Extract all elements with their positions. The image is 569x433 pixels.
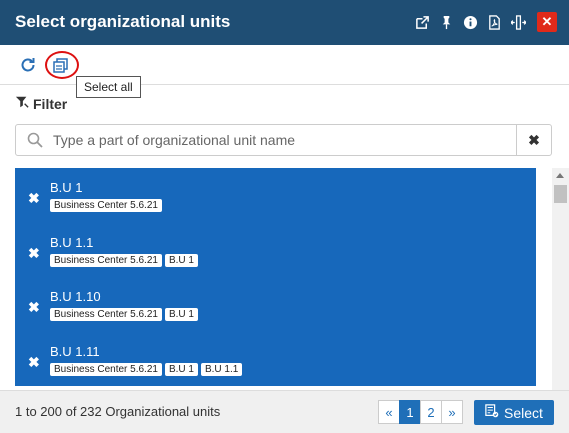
path-tag: B.U 1: [164, 308, 198, 321]
select-list-icon: [485, 404, 499, 421]
dialog-footer: 1 to 200 of 232 Organizational units « 1…: [0, 390, 569, 433]
external-link-icon[interactable]: [413, 12, 431, 32]
path-tag: B.U 1: [164, 362, 198, 376]
list-item[interactable]: ✖ B.U 1.10 Business Center 5.6.21 B.U 1: [15, 277, 536, 332]
filter-icon: [15, 95, 29, 112]
vertical-scrollbar[interactable]: [552, 168, 569, 390]
refresh-icon[interactable]: [18, 55, 38, 75]
remove-icon[interactable]: ✖: [28, 354, 40, 371]
unit-name: B.U 1: [50, 180, 83, 195]
path-tag: Business Center 5.6.21: [50, 362, 162, 376]
select-all-button[interactable]: [51, 55, 71, 75]
close-icon[interactable]: ✕: [537, 12, 557, 32]
copy-icon: [53, 58, 68, 73]
scroll-up-arrow-icon[interactable]: [556, 173, 564, 178]
dialog-title: Select organizational units: [15, 12, 231, 31]
filter-label: Filter: [33, 95, 68, 112]
path-tag: B.U 1: [164, 253, 198, 267]
clear-search-icon[interactable]: ✖: [516, 125, 551, 155]
pin-icon[interactable]: [437, 12, 455, 32]
page-button-1[interactable]: 1: [399, 400, 421, 424]
select-button-label: Select: [504, 404, 543, 421]
unit-list: ✖ B.U 1 Business Center 5.6.21 ✖ B.U 1.1…: [15, 168, 536, 386]
info-icon[interactable]: [461, 12, 479, 32]
remove-icon[interactable]: ✖: [28, 190, 40, 207]
unit-path: Business Center 5.6.21 B.U 1 B.U 1.1: [50, 362, 243, 376]
result-count: 1 to 200 of 232 Organizational units: [15, 404, 221, 419]
pdf-icon[interactable]: [485, 12, 503, 32]
filter-toggle[interactable]: Filter: [15, 95, 67, 112]
search-icon: [27, 132, 43, 148]
select-button[interactable]: Select: [474, 400, 554, 425]
path-tag: Business Center 5.6.21: [50, 199, 162, 212]
unit-name: B.U 1.10: [50, 289, 101, 304]
prev-page-button[interactable]: «: [378, 400, 400, 424]
select-all-tooltip: Select all: [76, 76, 141, 98]
unit-name: B.U 1.1: [50, 234, 94, 250]
path-tag: B.U 1.1: [200, 362, 243, 376]
unit-path: Business Center 5.6.21 B.U 1: [50, 308, 198, 321]
list-item[interactable]: ✖ B.U 1.11 Business Center 5.6.21 B.U 1 …: [15, 332, 536, 387]
pagination: « 1 2 »: [378, 400, 463, 424]
unit-list-container: ✖ B.U 1 Business Center 5.6.21 ✖ B.U 1.1…: [15, 168, 569, 390]
scrollbar-thumb[interactable]: [554, 185, 567, 203]
unit-name: B.U 1.11: [50, 343, 100, 359]
unit-path: Business Center 5.6.21 B.U 1: [50, 253, 198, 267]
remove-icon[interactable]: ✖: [28, 245, 40, 262]
titlebar-actions: ✕: [413, 12, 557, 32]
dialog-titlebar: Select organizational units ✕: [0, 0, 569, 45]
search-input[interactable]: [53, 129, 513, 151]
toolbar: Select all: [0, 45, 569, 98]
list-item[interactable]: ✖ B.U 1 Business Center 5.6.21: [15, 168, 536, 223]
unit-path: Business Center 5.6.21: [50, 199, 162, 212]
list-item[interactable]: ✖ B.U 1.1 Business Center 5.6.21 B.U 1: [15, 223, 536, 278]
path-tag: Business Center 5.6.21: [50, 253, 162, 267]
resize-horizontal-icon[interactable]: [509, 12, 527, 32]
next-page-button[interactable]: »: [441, 400, 463, 424]
search-box: ✖: [15, 124, 552, 156]
remove-icon[interactable]: ✖: [28, 299, 40, 316]
path-tag: Business Center 5.6.21: [50, 308, 162, 321]
page-button-2[interactable]: 2: [420, 400, 442, 424]
